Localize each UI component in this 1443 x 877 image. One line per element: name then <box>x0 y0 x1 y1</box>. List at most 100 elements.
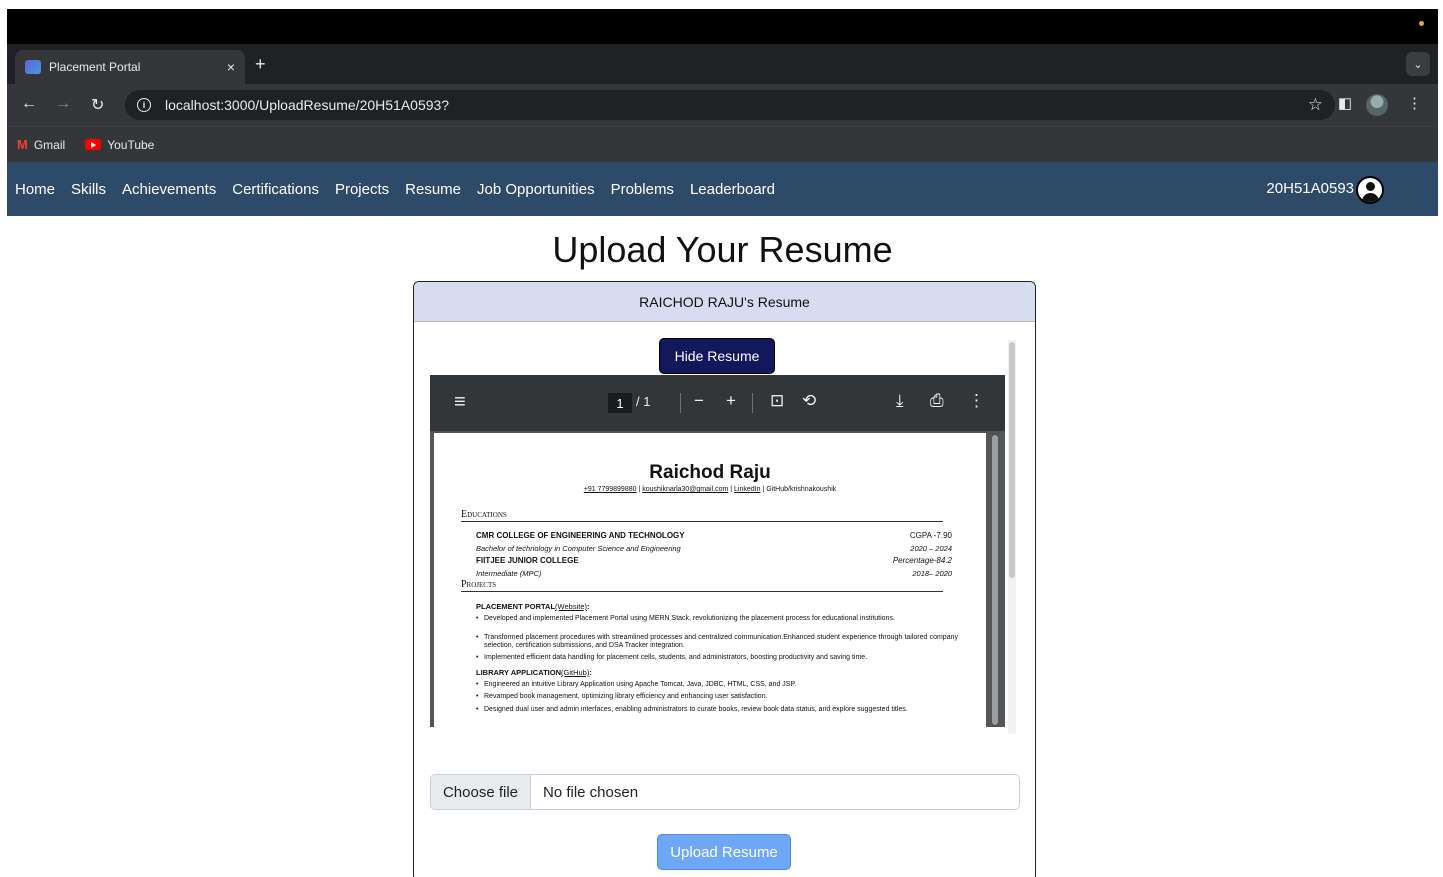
project-bullet: Engineered an intuitive Library Applicat… <box>476 681 958 689</box>
toolbar-divider <box>680 393 681 413</box>
resume-page: Raichod Raju +91 7799899880 | koushiknar… <box>434 433 986 727</box>
project-link[interactable]: (Website) <box>555 602 587 611</box>
more-icon[interactable]: ⋮ <box>968 391 985 411</box>
nav-skills[interactable]: Skills <box>71 181 106 198</box>
youtube-icon <box>85 139 102 150</box>
favicon-icon <box>25 60 41 74</box>
nav-job-opportunities[interactable]: Job Opportunities <box>477 181 595 198</box>
print-icon[interactable]: ⎙ <box>930 391 944 411</box>
project-title: PLACEMENT PORTAL(Website): <box>476 602 590 611</box>
degree: Bachelor of technology in Computer Scien… <box>476 544 681 553</box>
card-scrollbar-thumb[interactable] <box>1009 342 1015 578</box>
window-titlebar <box>7 9 1438 44</box>
zoom-in-icon[interactable]: + <box>726 391 736 411</box>
card-header: RAICHOD RAJU's Resume <box>414 282 1035 322</box>
browser-toolbar: ← → ↻ i localhost:3000/UploadResume/20H5… <box>7 84 1438 126</box>
file-status: No file chosen <box>543 783 639 801</box>
project-bullet: Implemented efficient data handling for … <box>476 654 958 662</box>
address-bar[interactable]: i localhost:3000/UploadResume/20H51A0593… <box>125 90 1335 120</box>
school-score: Percentage-84.2 <box>892 556 952 565</box>
user-id[interactable]: 20H51A0593 <box>1266 180 1354 197</box>
rotate-icon[interactable]: ⟲ <box>802 391 816 411</box>
education-row: Intermediate (MPC) 2018– 2020 <box>476 569 952 578</box>
resume-email[interactable]: koushiknarla30@gmail.com <box>642 486 728 493</box>
nav-problems[interactable]: Problems <box>611 181 674 198</box>
tab-strip: Placement Portal × + ⌄ <box>7 44 1438 84</box>
forward-icon[interactable]: → <box>55 95 71 113</box>
project-name: PLACEMENT PORTAL <box>476 602 556 611</box>
nav-certifications[interactable]: Certifications <box>232 181 319 198</box>
screenshot-background: Placement Portal × + ⌄ ← → ↻ i localhost… <box>0 0 1443 877</box>
resume-contact: +91 7799899880 | koushiknarla30@gmail.co… <box>583 486 837 493</box>
url-text[interactable]: localhost:3000/UploadResume/20H51A0593? <box>165 97 449 113</box>
project-bullet: Revamped book management, optimizing lib… <box>476 693 958 701</box>
pdf-scrollbar[interactable] <box>992 433 998 727</box>
project-title: LIBRARY APPLICATION(GitHub): <box>476 668 592 677</box>
bookmark-youtube[interactable]: YouTube <box>85 138 154 152</box>
nav-home[interactable]: Home <box>15 181 55 198</box>
project-name: LIBRARY APPLICATION <box>476 668 562 677</box>
zoom-out-icon[interactable]: − <box>694 391 704 411</box>
site-info-icon[interactable]: i <box>137 98 151 112</box>
new-tab-button[interactable]: + <box>255 54 266 75</box>
bookmark-label: YouTube <box>107 137 155 152</box>
project-link[interactable]: (GitHub) <box>561 668 589 677</box>
tab-title: Placement Portal <box>49 60 141 74</box>
gmail-icon: M <box>17 137 28 152</box>
school-name: CMR COLLEGE OF ENGINEERING AND TECHNOLOG… <box>476 531 685 540</box>
years: 2018– 2020 <box>912 569 952 578</box>
nav-resume[interactable]: Resume <box>405 181 461 198</box>
hide-resume-button[interactable]: Hide Resume <box>659 338 775 374</box>
projects-heading: Projects <box>461 579 943 592</box>
bookmark-label: Gmail <box>33 137 66 152</box>
nav-projects[interactable]: Projects <box>335 181 389 198</box>
side-panel-icon[interactable]: ◧ <box>1338 94 1352 112</box>
app-navbar: Home Skills Achievements Certifications … <box>7 162 1438 216</box>
browser-menu-icon[interactable]: ⋮ <box>1407 94 1422 112</box>
choose-file-button[interactable]: Choose file <box>431 775 531 809</box>
upload-resume-button[interactable]: Upload Resume <box>657 834 791 870</box>
card-scrollbar[interactable] <box>1008 340 1016 734</box>
education-row: CMR COLLEGE OF ENGINEERING AND TECHNOLOG… <box>476 531 952 540</box>
back-icon[interactable]: ← <box>21 95 37 113</box>
user-avatar-icon[interactable] <box>1356 176 1384 204</box>
resume-phone[interactable]: +91 7799899880 <box>584 486 637 493</box>
bookmark-gmail[interactable]: M Gmail <box>17 137 65 152</box>
bookmark-star-icon[interactable]: ☆ <box>1308 95 1323 115</box>
educations-heading: Educations <box>461 509 943 522</box>
page-total: / 1 <box>636 394 651 409</box>
page-number-input[interactable]: 1 <box>608 393 632 413</box>
page-title: Upload Your Resume <box>552 229 893 270</box>
nav-leaderboard[interactable]: Leaderboard <box>690 181 775 198</box>
resume-name: Raichod Raju <box>649 462 771 483</box>
bookmarks-bar: M Gmail YouTube <box>7 126 1438 162</box>
project-bullet: Developed and implemented Placement Port… <box>476 615 958 623</box>
browser-tab[interactable]: Placement Portal × <box>15 50 245 84</box>
close-tab-icon[interactable]: × <box>227 59 235 75</box>
file-input[interactable]: Choose file No file chosen <box>430 774 1020 810</box>
fit-page-icon[interactable]: ⊡ <box>770 391 784 411</box>
school-name: FIITJEE JUNIOR COLLEGE <box>476 556 579 565</box>
education-row: FIITJEE JUNIOR COLLEGE Percentage-84.2 <box>476 556 952 565</box>
project-bullet: Transformed placement procedures with st… <box>476 634 958 650</box>
recording-indicator-icon <box>1419 21 1424 26</box>
school-score: CGPA -7.90 <box>909 531 952 540</box>
pdf-toolbar: ≡ 1 / 1 − + ⊡ ⟲ ⤓ ⎙ ⋮ <box>430 375 1005 431</box>
tab-search-button[interactable]: ⌄ <box>1406 52 1430 76</box>
resume-github: GitHub/krishnakoushik <box>766 486 837 493</box>
toolbar-divider <box>752 393 753 413</box>
pdf-scrollbar-thumb[interactable] <box>992 435 998 725</box>
degree: Intermediate (MPC) <box>476 569 542 578</box>
reload-icon[interactable]: ↻ <box>91 95 104 115</box>
profile-avatar-icon[interactable] <box>1366 94 1388 116</box>
download-icon[interactable]: ⤓ <box>896 391 904 411</box>
education-row: Bachelor of technology in Computer Scien… <box>476 544 952 553</box>
pdf-viewer: ≡ 1 / 1 − + ⊡ ⟲ ⤓ ⎙ ⋮ Raichod Raju +91 7… <box>430 375 1005 727</box>
nav-achievements[interactable]: Achievements <box>122 181 216 198</box>
project-bullet: Designed dual user and admin interfaces,… <box>476 706 958 714</box>
menu-icon[interactable]: ≡ <box>454 391 466 414</box>
resume-card: RAICHOD RAJU's Resume Hide Resume ≡ 1 / … <box>413 281 1036 877</box>
browser-window: Placement Portal × + ⌄ ← → ↻ i localhost… <box>7 9 1438 877</box>
resume-linkedin[interactable]: LinkedIn <box>734 486 760 493</box>
years: 2020 – 2024 <box>910 544 952 553</box>
